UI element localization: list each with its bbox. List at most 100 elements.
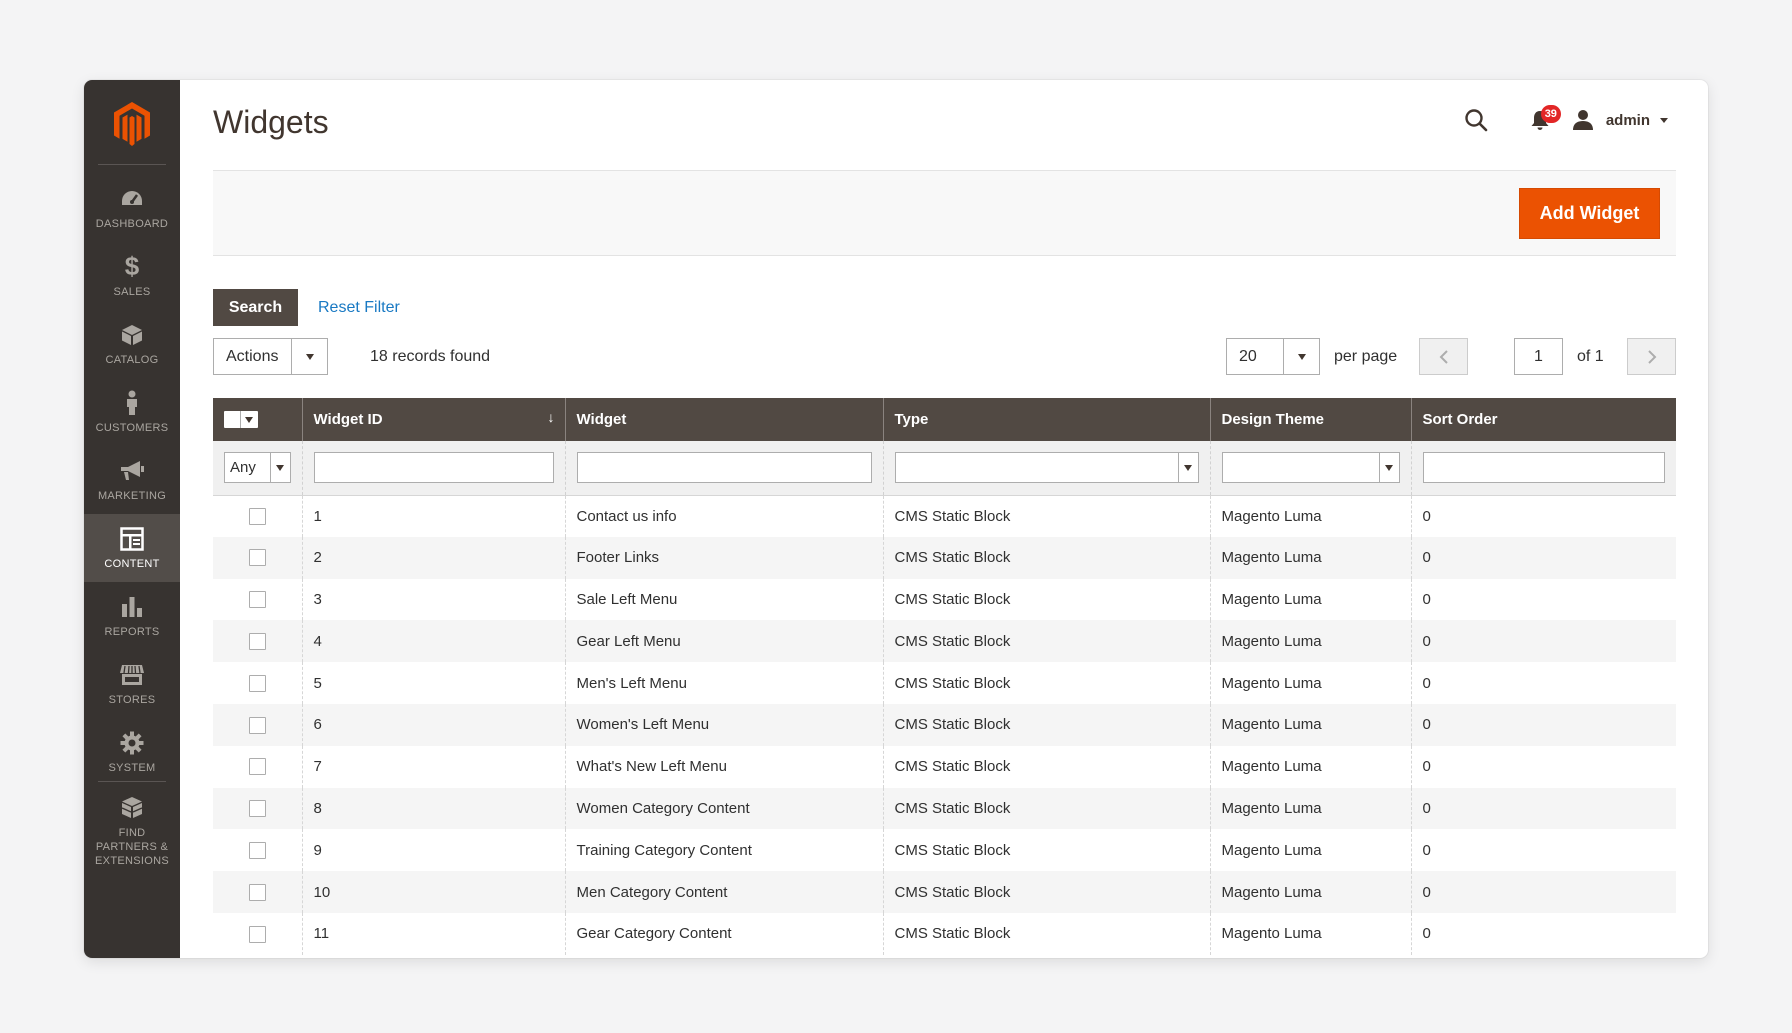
row-checkbox[interactable]: [248, 507, 266, 525]
notifications-button[interactable]: 39: [1520, 100, 1561, 140]
row-checkbox[interactable]: [248, 633, 266, 651]
table-row[interactable]: 10 Men Category Content CMS Static Block Ma…: [213, 871, 1676, 913]
chevron-down-icon: [1283, 339, 1319, 374]
person-icon: [118, 390, 146, 416]
filter-sort-order-input[interactable]: [1422, 452, 1665, 484]
sidebar-item-label: MARKETING: [97, 489, 167, 502]
table-row[interactable]: 6 Women's Left Menu CMS Static Block Magent…: [213, 703, 1676, 746]
chevron-down-icon: [269, 453, 290, 483]
filter-mass-select[interactable]: Any: [224, 452, 291, 484]
cell-widget-id: 4: [301, 620, 565, 663]
add-widget-button[interactable]: Add Widget: [1519, 188, 1660, 239]
cell-widget: Men Category Content: [564, 871, 883, 913]
grid-filter-row: Any: [213, 441, 1676, 496]
cell-widget: What's New Left Menu: [564, 745, 883, 788]
sidebar-item-find-partners[interactable]: FIND PARTNERS & EXTENSIONS: [84, 790, 180, 872]
reset-filter-link[interactable]: Reset Filter: [318, 299, 400, 317]
cell-sort-order: 0: [1410, 536, 1676, 579]
notification-count-badge: 39: [1540, 105, 1561, 123]
page-number-input[interactable]: [1514, 338, 1563, 375]
row-checkbox[interactable]: [248, 842, 266, 860]
per-page-select[interactable]: 20: [1226, 338, 1320, 375]
sidebar-item-dashboard[interactable]: DASHBOARD: [84, 174, 180, 242]
cell-widget: Training Category Content: [564, 829, 883, 872]
table-row[interactable]: 2 Footer Links CMS Static Block Magento Lum…: [213, 536, 1676, 579]
table-row[interactable]: 3 Sale Left Menu CMS Static Block Magento L…: [213, 578, 1676, 621]
sidebar-item-stores[interactable]: STORES: [84, 650, 180, 718]
cell-type: CMS Static Block: [882, 912, 1210, 955]
row-checkbox[interactable]: [248, 591, 266, 609]
sidebar-item-label: CONTENT: [104, 557, 160, 570]
cell-design-theme: Magento Luma: [1209, 829, 1411, 872]
column-header-widget[interactable]: Widget: [564, 398, 883, 441]
row-checkbox[interactable]: [248, 716, 266, 734]
mass-actions-label: Actions: [226, 347, 279, 365]
table-row[interactable]: 8 Women Category Content CMS Static Block M…: [213, 787, 1676, 830]
filter-widget-id-input[interactable]: [313, 452, 554, 484]
next-page-button[interactable]: [1627, 338, 1676, 375]
cell-sort-order: 0: [1410, 829, 1676, 872]
magento-logo-icon[interactable]: [84, 94, 180, 154]
cell-design-theme: Magento Luma: [1209, 620, 1411, 663]
layout-icon: [118, 526, 146, 552]
cell-design-theme: Magento Luma: [1209, 871, 1411, 913]
sidebar-item-customers[interactable]: CUSTOMERS: [84, 378, 180, 446]
sidebar-item-catalog[interactable]: CATALOG: [84, 310, 180, 378]
sidebar-item-sales[interactable]: $ SALES: [84, 242, 180, 310]
sidebar-item-system[interactable]: SYSTEM: [84, 718, 180, 786]
sidebar-item-content[interactable]: CONTENT: [84, 514, 180, 582]
sidebar-item-label: REPORTS: [104, 625, 160, 638]
table-row[interactable]: 5 Men's Left Menu CMS Static Block Magento …: [213, 662, 1676, 704]
bar-chart-icon: [118, 594, 146, 620]
dashboard-icon: [118, 186, 146, 212]
filter-design-theme-select[interactable]: [1221, 452, 1400, 484]
sidebar: DASHBOARD $ SALES CATALOG CUSTOMERS MARK…: [84, 80, 180, 958]
search-button[interactable]: Search: [213, 289, 298, 326]
cell-design-theme: Magento Luma: [1209, 578, 1411, 621]
table-row[interactable]: 4 Gear Left Menu CMS Static Block Magento L…: [213, 620, 1676, 663]
cell-widget: Women Category Content: [564, 787, 883, 830]
cell-widget-id: 8: [301, 787, 565, 830]
sidebar-item-marketing[interactable]: MARKETING: [84, 446, 180, 514]
sidebar-item-label: FIND PARTNERS & EXTENSIONS: [95, 826, 169, 867]
table-row[interactable]: 9 Training Category Content CMS Static Blo…: [213, 829, 1676, 872]
column-header-type[interactable]: Type: [882, 398, 1210, 441]
store-icon: [118, 662, 146, 688]
column-header-sort-order[interactable]: Sort Order: [1410, 398, 1676, 441]
cell-sort-order: 0: [1410, 495, 1676, 537]
cell-widget: Footer Links: [564, 536, 883, 579]
chevron-left-icon: [1439, 349, 1448, 364]
row-checkbox[interactable]: [248, 800, 266, 818]
filter-widget-input[interactable]: [576, 452, 872, 484]
table-row[interactable]: 1 Contact us info CMS Static Block Magento …: [213, 495, 1676, 537]
table-row[interactable]: 7 What's New Left Menu CMS Static Block Mag…: [213, 745, 1676, 788]
previous-page-button[interactable]: [1419, 338, 1468, 375]
global-search-button[interactable]: [1456, 100, 1496, 140]
row-checkbox[interactable]: [248, 549, 266, 567]
page-title: Widgets: [213, 104, 329, 140]
cell-sort-order: 0: [1410, 787, 1676, 830]
cell-widget: Men's Left Menu: [564, 662, 883, 704]
row-checkbox[interactable]: [248, 758, 266, 776]
cell-widget: Sale Left Menu: [564, 578, 883, 621]
user-menu[interactable]: admin: [1572, 109, 1668, 131]
row-checkbox[interactable]: [248, 883, 266, 901]
sidebar-item-reports[interactable]: REPORTS: [84, 582, 180, 650]
cell-widget-id: 5: [301, 662, 565, 704]
row-checkbox[interactable]: [248, 925, 266, 943]
search-controls: Search Reset Filter: [213, 289, 400, 326]
mass-select-header: [213, 398, 302, 441]
column-header-widget-id[interactable]: Widget ID ↓: [301, 398, 565, 441]
mass-actions-select[interactable]: Actions: [213, 338, 328, 375]
header-actions: 39 admin: [1456, 100, 1668, 140]
cell-widget-id: 2: [301, 536, 565, 579]
table-row[interactable]: 11 Gear Category Content CMS Static Block M…: [213, 912, 1676, 955]
mass-select-dropdown[interactable]: [224, 411, 258, 429]
per-page-label: per page: [1334, 348, 1398, 365]
row-checkbox[interactable]: [248, 674, 266, 692]
filter-type-select[interactable]: [894, 452, 1199, 484]
cell-widget-id: 3: [301, 578, 565, 621]
dollar-icon: $: [124, 251, 140, 281]
cell-widget-id: 7: [301, 745, 565, 788]
column-header-design-theme[interactable]: Design Theme: [1209, 398, 1411, 441]
